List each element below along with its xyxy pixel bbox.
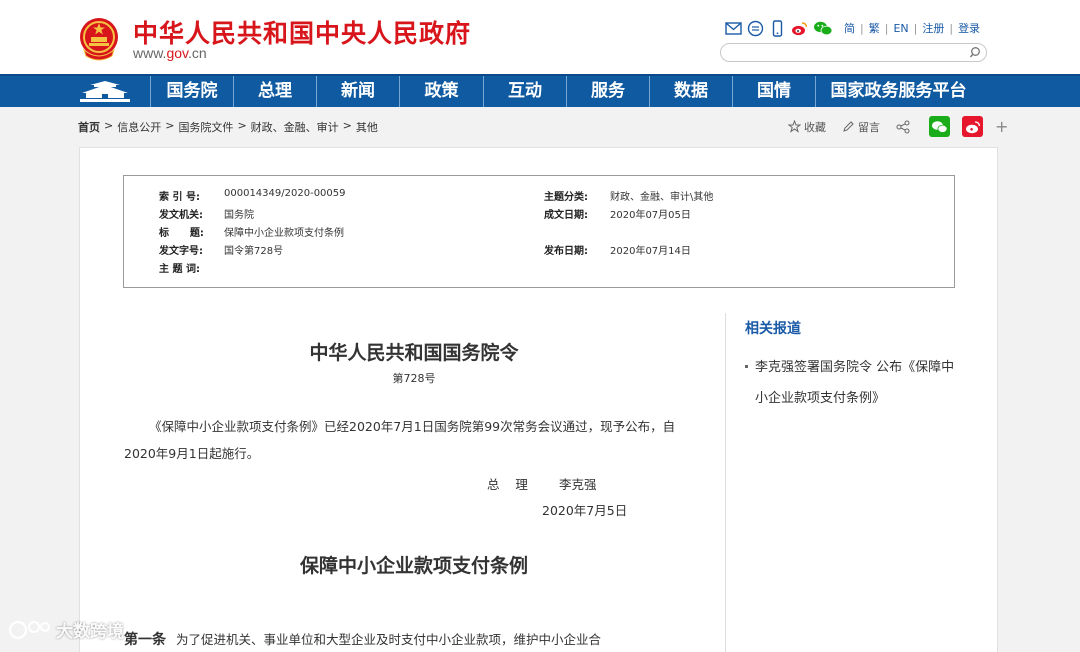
meta-docno-label: 发文字号: bbox=[159, 246, 203, 257]
watermark-logo-icon bbox=[8, 620, 50, 639]
breadcrumb-state-council-docs[interactable]: 国务院文件 bbox=[178, 119, 233, 135]
meta-created-label: 成文日期: bbox=[544, 210, 588, 221]
nav-item-interaction[interactable]: 互动 bbox=[483, 76, 566, 107]
meta-title-value: 保障中小企业款项支付条例 bbox=[224, 228, 344, 239]
mail-icon[interactable] bbox=[725, 20, 742, 37]
share-weibo-button[interactable] bbox=[962, 116, 983, 137]
breadcrumb-other[interactable]: 其他 bbox=[356, 119, 378, 135]
related-reports-title: 相关报道 bbox=[745, 321, 801, 337]
breadcrumb-finance[interactable]: 财政、金融、审计 bbox=[251, 119, 339, 135]
watermark: 大数跨境 bbox=[8, 617, 124, 642]
nav-item-news[interactable]: 新闻 bbox=[316, 76, 399, 107]
meta-category-label: 主题分类: bbox=[544, 192, 588, 203]
weibo-share-icon bbox=[965, 120, 980, 133]
meta-index-value: 000014349/2020-00059 bbox=[224, 188, 346, 199]
header-tools: 简 | 繁 | EN | 注册 | 登录 bbox=[725, 18, 980, 38]
signature-role: 总 理 bbox=[487, 477, 528, 492]
search-input[interactable] bbox=[720, 43, 987, 62]
watermark-text: 大数跨境 bbox=[56, 622, 124, 642]
site-url[interactable]: www.gov.cn bbox=[133, 45, 207, 61]
search-icon[interactable] bbox=[969, 46, 982, 59]
related-reports: 相关报道 李克强签署国务院令 公布《保障中小企业款项支付条例》 bbox=[745, 318, 965, 414]
meta-keywords-label: 主 题 词: bbox=[159, 264, 200, 275]
main-nav: 国务院 总理 新闻 政策 互动 服务 数据 国情 国家政务服务平台 bbox=[0, 74, 1080, 107]
url-suffix: .cn bbox=[188, 45, 207, 61]
article-one-label: 第一条 bbox=[124, 632, 166, 648]
meta-category-value: 财政、金融、审计\其他 bbox=[610, 192, 714, 203]
favorite-button[interactable]: 收藏 bbox=[788, 119, 826, 135]
site-header: 中华人民共和国中央人民政府 www.gov.cn 简 | 繁 | EN | 注册 | 登… bbox=[0, 0, 1080, 74]
nav-menu: 国务院 总理 新闻 政策 互动 服务 数据 国情 国家政务服务平台 bbox=[150, 76, 981, 109]
share-button[interactable] bbox=[896, 120, 913, 134]
nav-item-services[interactable]: 服务 bbox=[566, 76, 649, 107]
nav-item-national-info[interactable]: 国情 bbox=[732, 76, 815, 107]
link-traditional[interactable]: 繁 bbox=[869, 20, 880, 36]
article-one-text: 为了促进机关、事业单位和大型企业及时支付中小企业款项，维护中小企业合 bbox=[176, 632, 602, 647]
message-icon[interactable] bbox=[747, 20, 764, 37]
share-icon bbox=[896, 120, 910, 133]
signature-date: 2020年7月5日 bbox=[542, 503, 628, 518]
meta-published-value: 2020年07月14日 bbox=[610, 246, 691, 257]
pencil-icon bbox=[843, 121, 854, 132]
nav-item-data[interactable]: 数据 bbox=[649, 76, 732, 107]
breadcrumb-info-public[interactable]: 信息公开 bbox=[117, 119, 161, 135]
meta-docno-value: 国令第728号 bbox=[224, 246, 284, 257]
decree-paragraph: 《保障中小企业款项支付条例》已经2020年7月1日国务院第99次常务会议通过，现… bbox=[124, 419, 676, 461]
link-simplified[interactable]: 简 bbox=[844, 20, 855, 36]
star-icon bbox=[788, 120, 801, 133]
national-emblem-icon[interactable] bbox=[78, 16, 120, 62]
meta-published-label: 发布日期: bbox=[544, 246, 588, 257]
meta-title-label: 标 题: bbox=[159, 228, 204, 239]
article-one: 第一条 为了促进机关、事业单位和大型企业及时支付中小企业款项，维护中小企业合 bbox=[124, 629, 601, 649]
related-report-item[interactable]: 李克强签署国务院令 公布《保障中小企业款项支付条例》 bbox=[745, 352, 965, 414]
comment-button[interactable]: 留言 bbox=[842, 119, 880, 135]
breadcrumb-home[interactable]: 首页 bbox=[78, 119, 100, 135]
link-register[interactable]: 注册 bbox=[922, 20, 944, 36]
meta-created-value: 2020年07月05日 bbox=[610, 210, 691, 221]
language-account-links: 简 | 繁 | EN | 注册 | 登录 bbox=[844, 20, 981, 36]
wechat-share-icon bbox=[932, 120, 948, 133]
comment-label: 留言 bbox=[858, 120, 880, 134]
tiananmen-logo-icon[interactable] bbox=[78, 80, 132, 104]
nav-item-service-platform[interactable]: 国家政务服务平台 bbox=[815, 76, 981, 107]
mobile-icon[interactable] bbox=[769, 19, 786, 37]
url-gov: gov bbox=[166, 45, 188, 61]
link-login[interactable]: 登录 bbox=[958, 20, 980, 36]
meta-issuer-label: 发文机关: bbox=[159, 210, 203, 221]
url-prefix: www. bbox=[133, 45, 167, 61]
regulation-title: 保障中小企业款项支付条例 bbox=[299, 555, 528, 577]
share-bar: 收藏 留言 + bbox=[788, 116, 1008, 137]
decree-title: 中华人民共和国国务院令 bbox=[309, 342, 519, 364]
decree-number: 第728号 bbox=[392, 372, 436, 385]
sidebar-divider bbox=[725, 313, 726, 652]
link-english[interactable]: EN bbox=[893, 22, 908, 35]
content-panel: 索 引 号: 000014349/2020-00059 主题分类: 财政、金融、… bbox=[79, 147, 998, 652]
meta-index-label: 索 引 号: bbox=[159, 192, 200, 203]
nav-item-policy[interactable]: 政策 bbox=[399, 76, 483, 107]
more-share-icon[interactable]: + bbox=[995, 117, 1008, 136]
document-metadata-table: 索 引 号: 000014349/2020-00059 主题分类: 财政、金融、… bbox=[123, 175, 955, 288]
meta-issuer-value: 国务院 bbox=[224, 210, 254, 221]
share-wechat-button[interactable] bbox=[929, 116, 950, 137]
breadcrumb: 首页 > 信息公开 > 国务院文件 > 财政、金融、审计 > 其他 bbox=[78, 119, 378, 135]
wechat-icon[interactable] bbox=[813, 20, 833, 37]
signature-name: 李克强 bbox=[559, 477, 597, 492]
nav-item-state-council[interactable]: 国务院 bbox=[150, 76, 233, 107]
favorite-label: 收藏 bbox=[804, 120, 826, 134]
nav-item-premier[interactable]: 总理 bbox=[233, 76, 316, 107]
weibo-icon[interactable] bbox=[791, 20, 808, 37]
